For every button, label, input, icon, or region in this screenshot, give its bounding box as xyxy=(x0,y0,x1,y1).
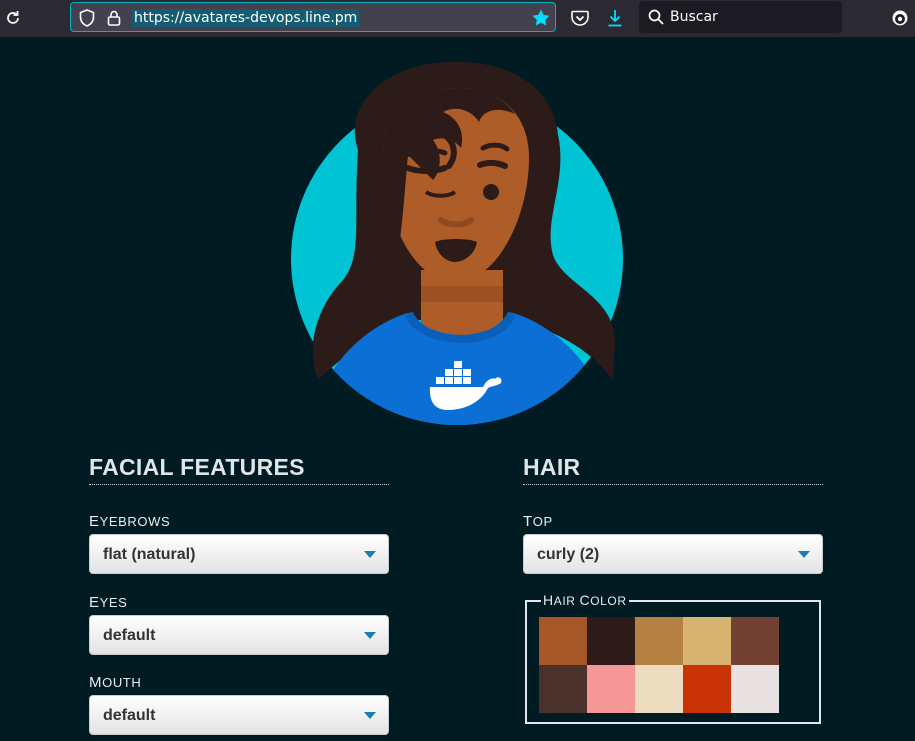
lock-icon[interactable] xyxy=(105,8,123,28)
reload-icon[interactable] xyxy=(3,8,23,28)
extension-icon[interactable] xyxy=(889,7,911,29)
eyes-select[interactable]: default xyxy=(89,615,389,655)
chevron-down-icon xyxy=(364,551,376,558)
hair-color-swatch[interactable] xyxy=(683,665,731,713)
search-placeholder: Buscar xyxy=(670,9,718,25)
eyebrows-select[interactable]: flat (natural) xyxy=(89,534,389,574)
browser-toolbar: https://avatares-devops.line.pm Buscar xyxy=(0,0,915,37)
facial-features-heading: FACIAL FEATURES xyxy=(89,452,389,485)
hair-color-swatch[interactable] xyxy=(539,665,587,713)
avatar-preview xyxy=(291,61,623,425)
search-icon xyxy=(648,9,664,25)
url-text[interactable]: https://avatares-devops.line.pm xyxy=(132,9,360,27)
eyes-value: default xyxy=(103,627,156,644)
hair-color-swatch[interactable] xyxy=(731,665,779,713)
download-icon[interactable] xyxy=(604,7,626,29)
pocket-icon[interactable] xyxy=(569,7,591,29)
search-box[interactable]: Buscar xyxy=(639,1,842,33)
mouth-label: MOUTH xyxy=(89,674,142,691)
hair-color-swatch[interactable] xyxy=(587,665,635,713)
hair-heading: HAIR xyxy=(523,452,823,485)
top-label: TOP xyxy=(523,513,553,530)
hair-color-swatch[interactable] xyxy=(635,617,683,665)
hair-color-legend: HAIR COLOR xyxy=(541,592,629,608)
mouth-value: default xyxy=(103,707,156,724)
eyebrows-label: EYEBROWS xyxy=(89,513,171,530)
hair-color-swatch[interactable] xyxy=(539,617,587,665)
facial-features-section: FACIAL FEATURES xyxy=(89,452,389,485)
hair-color-swatches xyxy=(539,617,779,713)
eyebrows-value: flat (natural) xyxy=(103,546,196,563)
eyes-label: EYES xyxy=(89,594,128,611)
hair-color-swatch[interactable] xyxy=(635,665,683,713)
shield-icon[interactable] xyxy=(77,8,97,28)
hair-color-swatch[interactable] xyxy=(587,617,635,665)
address-bar[interactable]: https://avatares-devops.line.pm xyxy=(70,2,556,32)
chevron-down-icon xyxy=(798,551,810,558)
hair-top-value: curly (2) xyxy=(537,546,600,563)
hair-color-swatch[interactable] xyxy=(731,617,779,665)
chevron-down-icon xyxy=(364,632,376,639)
hair-color-fieldset: HAIR COLOR xyxy=(525,592,821,724)
mouth-select[interactable]: default xyxy=(89,695,389,735)
hair-section: HAIR xyxy=(523,452,823,485)
chevron-down-icon xyxy=(364,712,376,719)
hair-top-select[interactable]: curly (2) xyxy=(523,534,823,574)
bookmark-star-icon[interactable] xyxy=(530,7,552,29)
hair-color-swatch[interactable] xyxy=(683,617,731,665)
